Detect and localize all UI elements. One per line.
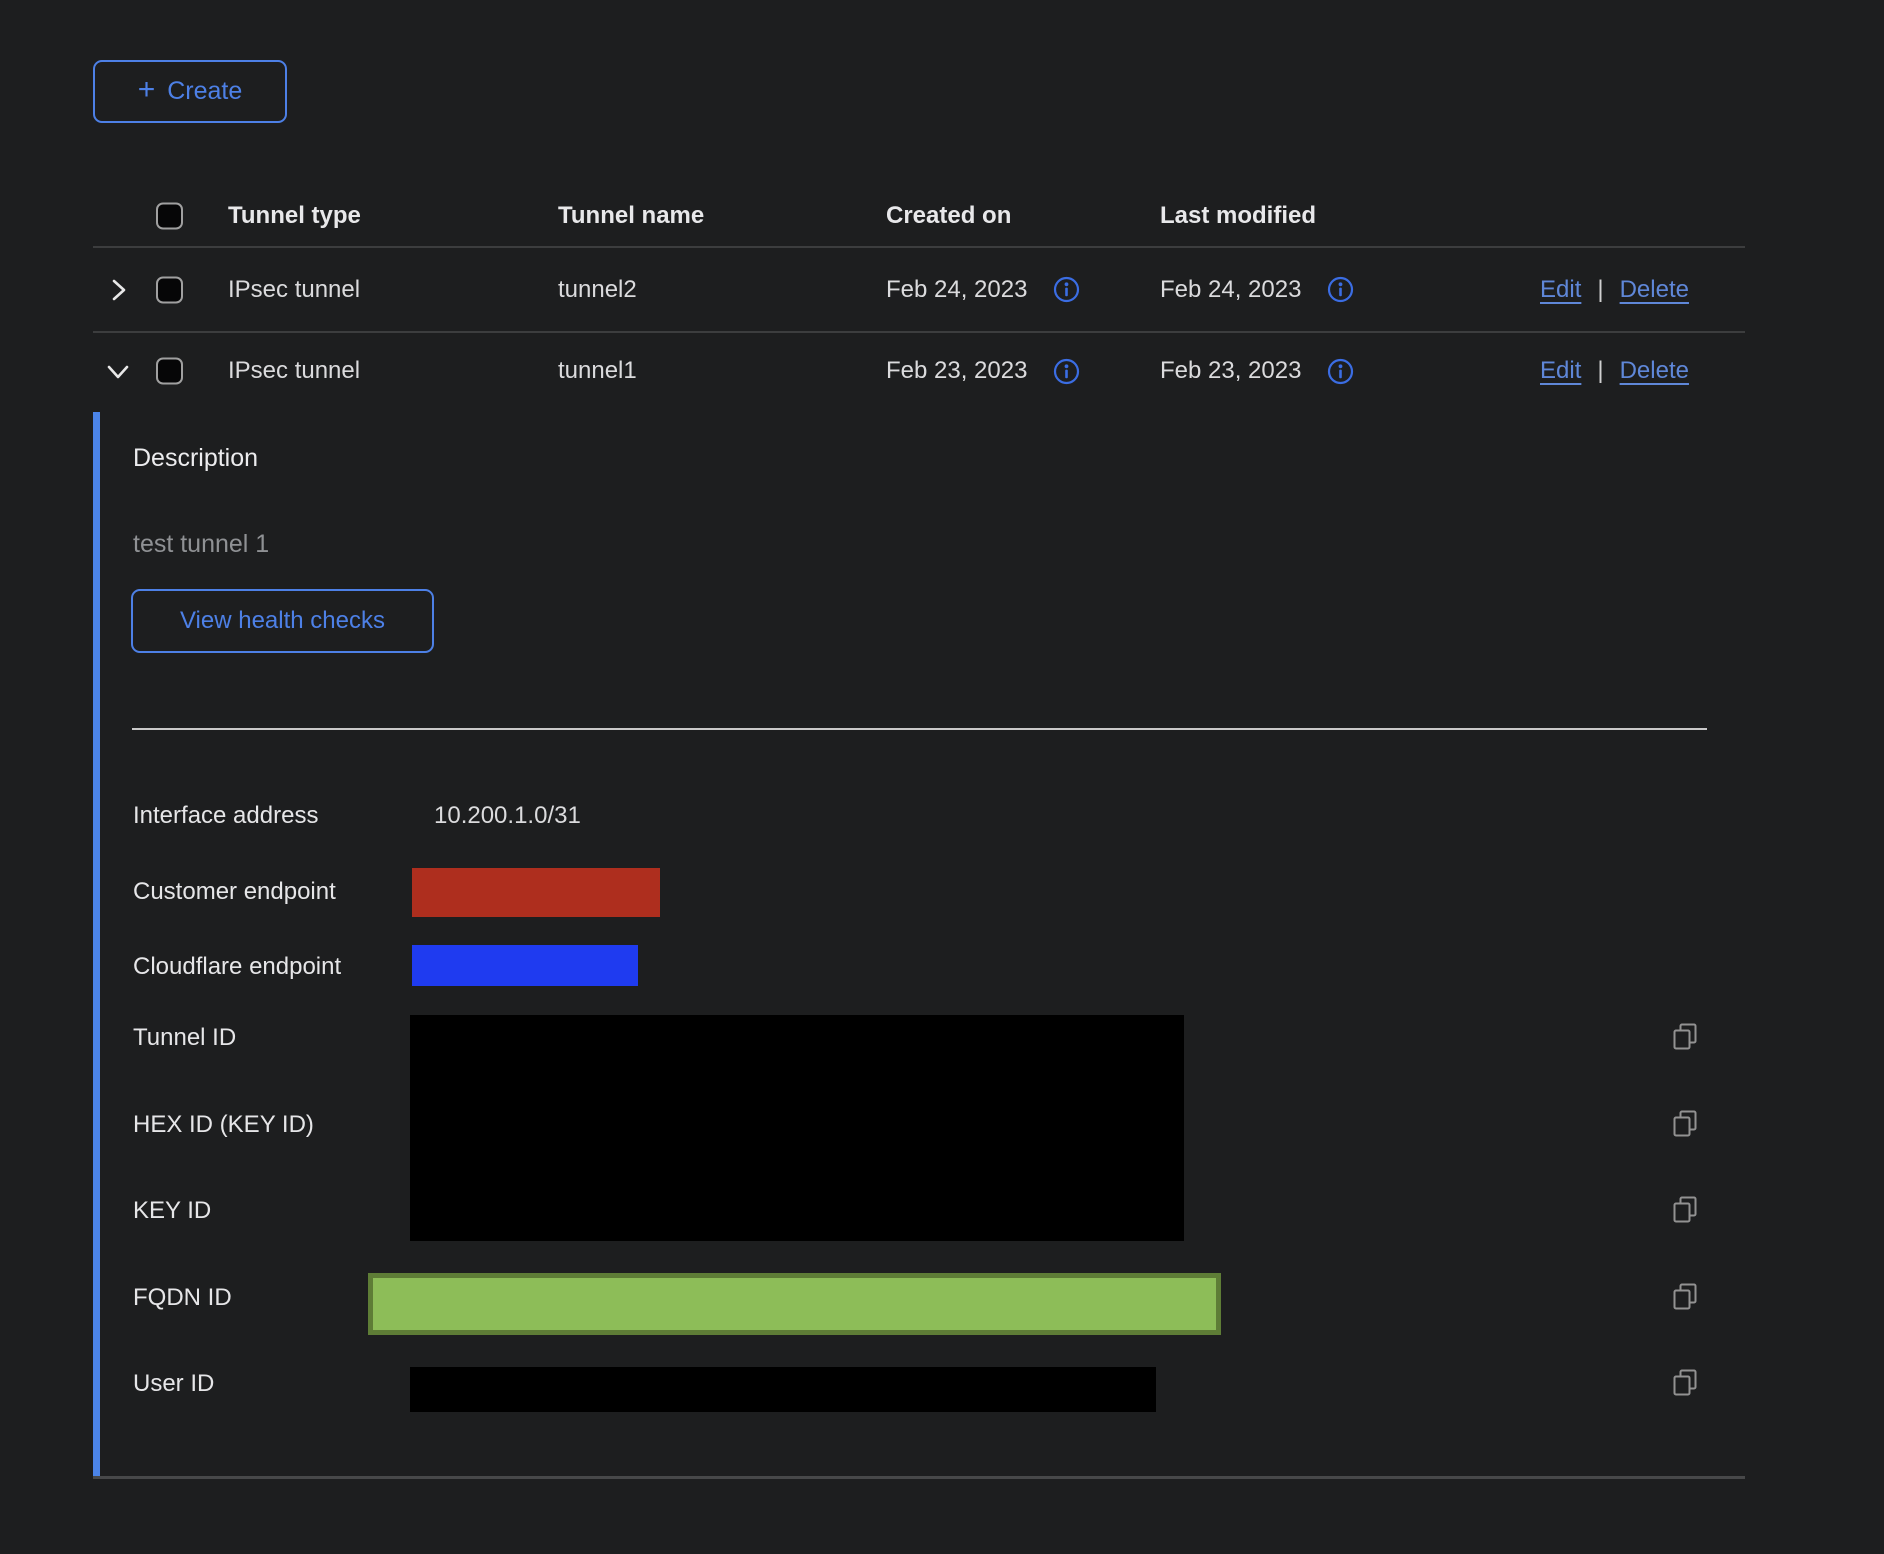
table-row: IPsec tunnel tunnel2 Feb 24, 2023 Feb 24… [93, 247, 1748, 332]
last-modified-cell: Feb 23, 2023 [1160, 357, 1354, 385]
delete-link[interactable]: Delete [1620, 357, 1689, 385]
fqdn-id-redaction [368, 1273, 1221, 1335]
expanded-row-indicator-bar [93, 412, 100, 1478]
row-checkbox[interactable] [156, 358, 183, 385]
tunnel-type-cell: IPsec tunnel [228, 357, 360, 385]
description-label: Description [133, 444, 258, 473]
tunnel-name-cell: tunnel2 [558, 276, 637, 304]
select-all-checkbox[interactable] [156, 203, 183, 230]
interface-address-value: 10.200.1.0/31 [434, 802, 581, 830]
user-id-label: User ID [133, 1370, 214, 1398]
hex-id-label: HEX ID (KEY ID) [133, 1111, 314, 1139]
actions-separator: | [1597, 357, 1603, 385]
created-on-value: Feb 24, 2023 [886, 276, 1027, 304]
copy-fqdn-id-button[interactable] [1668, 1280, 1702, 1314]
last-modified-value: Feb 24, 2023 [1160, 276, 1301, 304]
view-health-checks-button[interactable]: View health checks [131, 589, 434, 653]
delete-link[interactable]: Delete [1620, 276, 1689, 304]
description-value: test tunnel 1 [133, 530, 269, 559]
ids-redaction [410, 1015, 1184, 1241]
copy-user-id-button[interactable] [1668, 1366, 1702, 1400]
tunnel-detail-panel: Description test tunnel 1 View health ch… [93, 412, 1748, 1478]
section-divider [132, 728, 1707, 730]
created-on-cell: Feb 24, 2023 [886, 276, 1080, 304]
key-id-label: KEY ID [133, 1197, 211, 1225]
create-button-label: Create [167, 77, 242, 106]
user-id-redaction [410, 1367, 1156, 1412]
edit-link[interactable]: Edit [1540, 357, 1581, 385]
customer-endpoint-redaction [412, 868, 660, 917]
info-icon[interactable] [1053, 276, 1080, 303]
created-on-cell: Feb 23, 2023 [886, 357, 1080, 385]
info-icon[interactable] [1327, 276, 1354, 303]
chevron-right-icon[interactable] [103, 275, 133, 305]
header-created-on: Created on [886, 202, 1011, 230]
tunnel-id-label: Tunnel ID [133, 1024, 236, 1052]
info-icon[interactable] [1327, 358, 1354, 385]
customer-endpoint-label: Customer endpoint [133, 878, 336, 906]
table-header-row: Tunnel type Tunnel name Created on Last … [93, 185, 1748, 247]
copy-key-id-button[interactable] [1668, 1193, 1702, 1227]
interface-address-label: Interface address [133, 802, 318, 830]
header-tunnel-type: Tunnel type [228, 202, 361, 230]
plus-icon: + [138, 75, 156, 105]
info-icon[interactable] [1053, 358, 1080, 385]
header-last-modified: Last modified [1160, 202, 1316, 230]
cloudflare-endpoint-label: Cloudflare endpoint [133, 953, 341, 981]
row-checkbox[interactable] [156, 276, 183, 303]
last-modified-value: Feb 23, 2023 [1160, 357, 1301, 385]
edit-link[interactable]: Edit [1540, 276, 1581, 304]
view-health-checks-label: View health checks [180, 607, 385, 635]
actions-separator: | [1597, 276, 1603, 304]
created-on-value: Feb 23, 2023 [886, 357, 1027, 385]
copy-tunnel-id-button[interactable] [1668, 1020, 1702, 1054]
last-modified-cell: Feb 24, 2023 [1160, 276, 1354, 304]
table-row: IPsec tunnel tunnel1 Feb 23, 2023 Feb 23… [93, 332, 1748, 410]
tunnel-type-cell: IPsec tunnel [228, 276, 360, 304]
row-actions: Edit | Delete [1540, 357, 1689, 385]
copy-hex-id-button[interactable] [1668, 1107, 1702, 1141]
create-button[interactable]: + Create [93, 60, 287, 123]
cloudflare-endpoint-redaction [412, 945, 638, 986]
panel-bottom-divider [93, 1476, 1745, 1479]
fqdn-id-label: FQDN ID [133, 1284, 232, 1312]
chevron-down-icon[interactable] [103, 356, 133, 386]
row-actions: Edit | Delete [1540, 276, 1689, 304]
tunnel-name-cell: tunnel1 [558, 357, 637, 385]
header-tunnel-name: Tunnel name [558, 202, 704, 230]
